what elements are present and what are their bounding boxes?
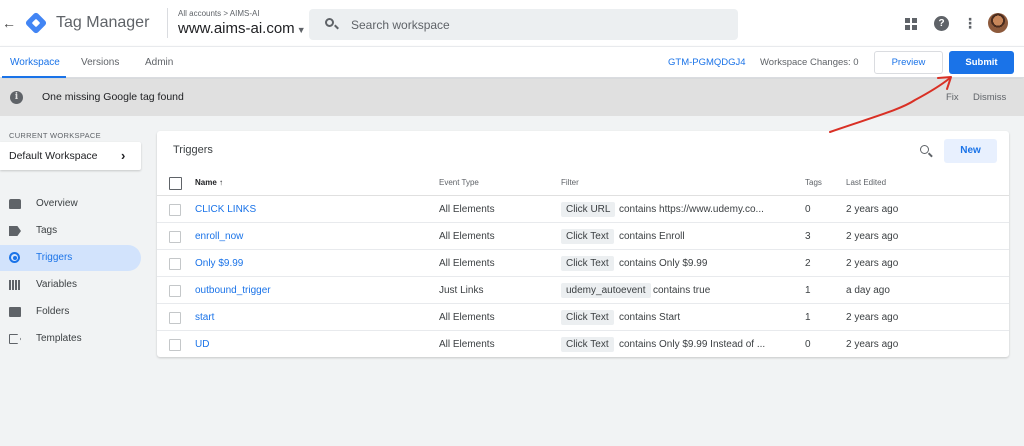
annotation-arrow: [829, 76, 952, 133]
